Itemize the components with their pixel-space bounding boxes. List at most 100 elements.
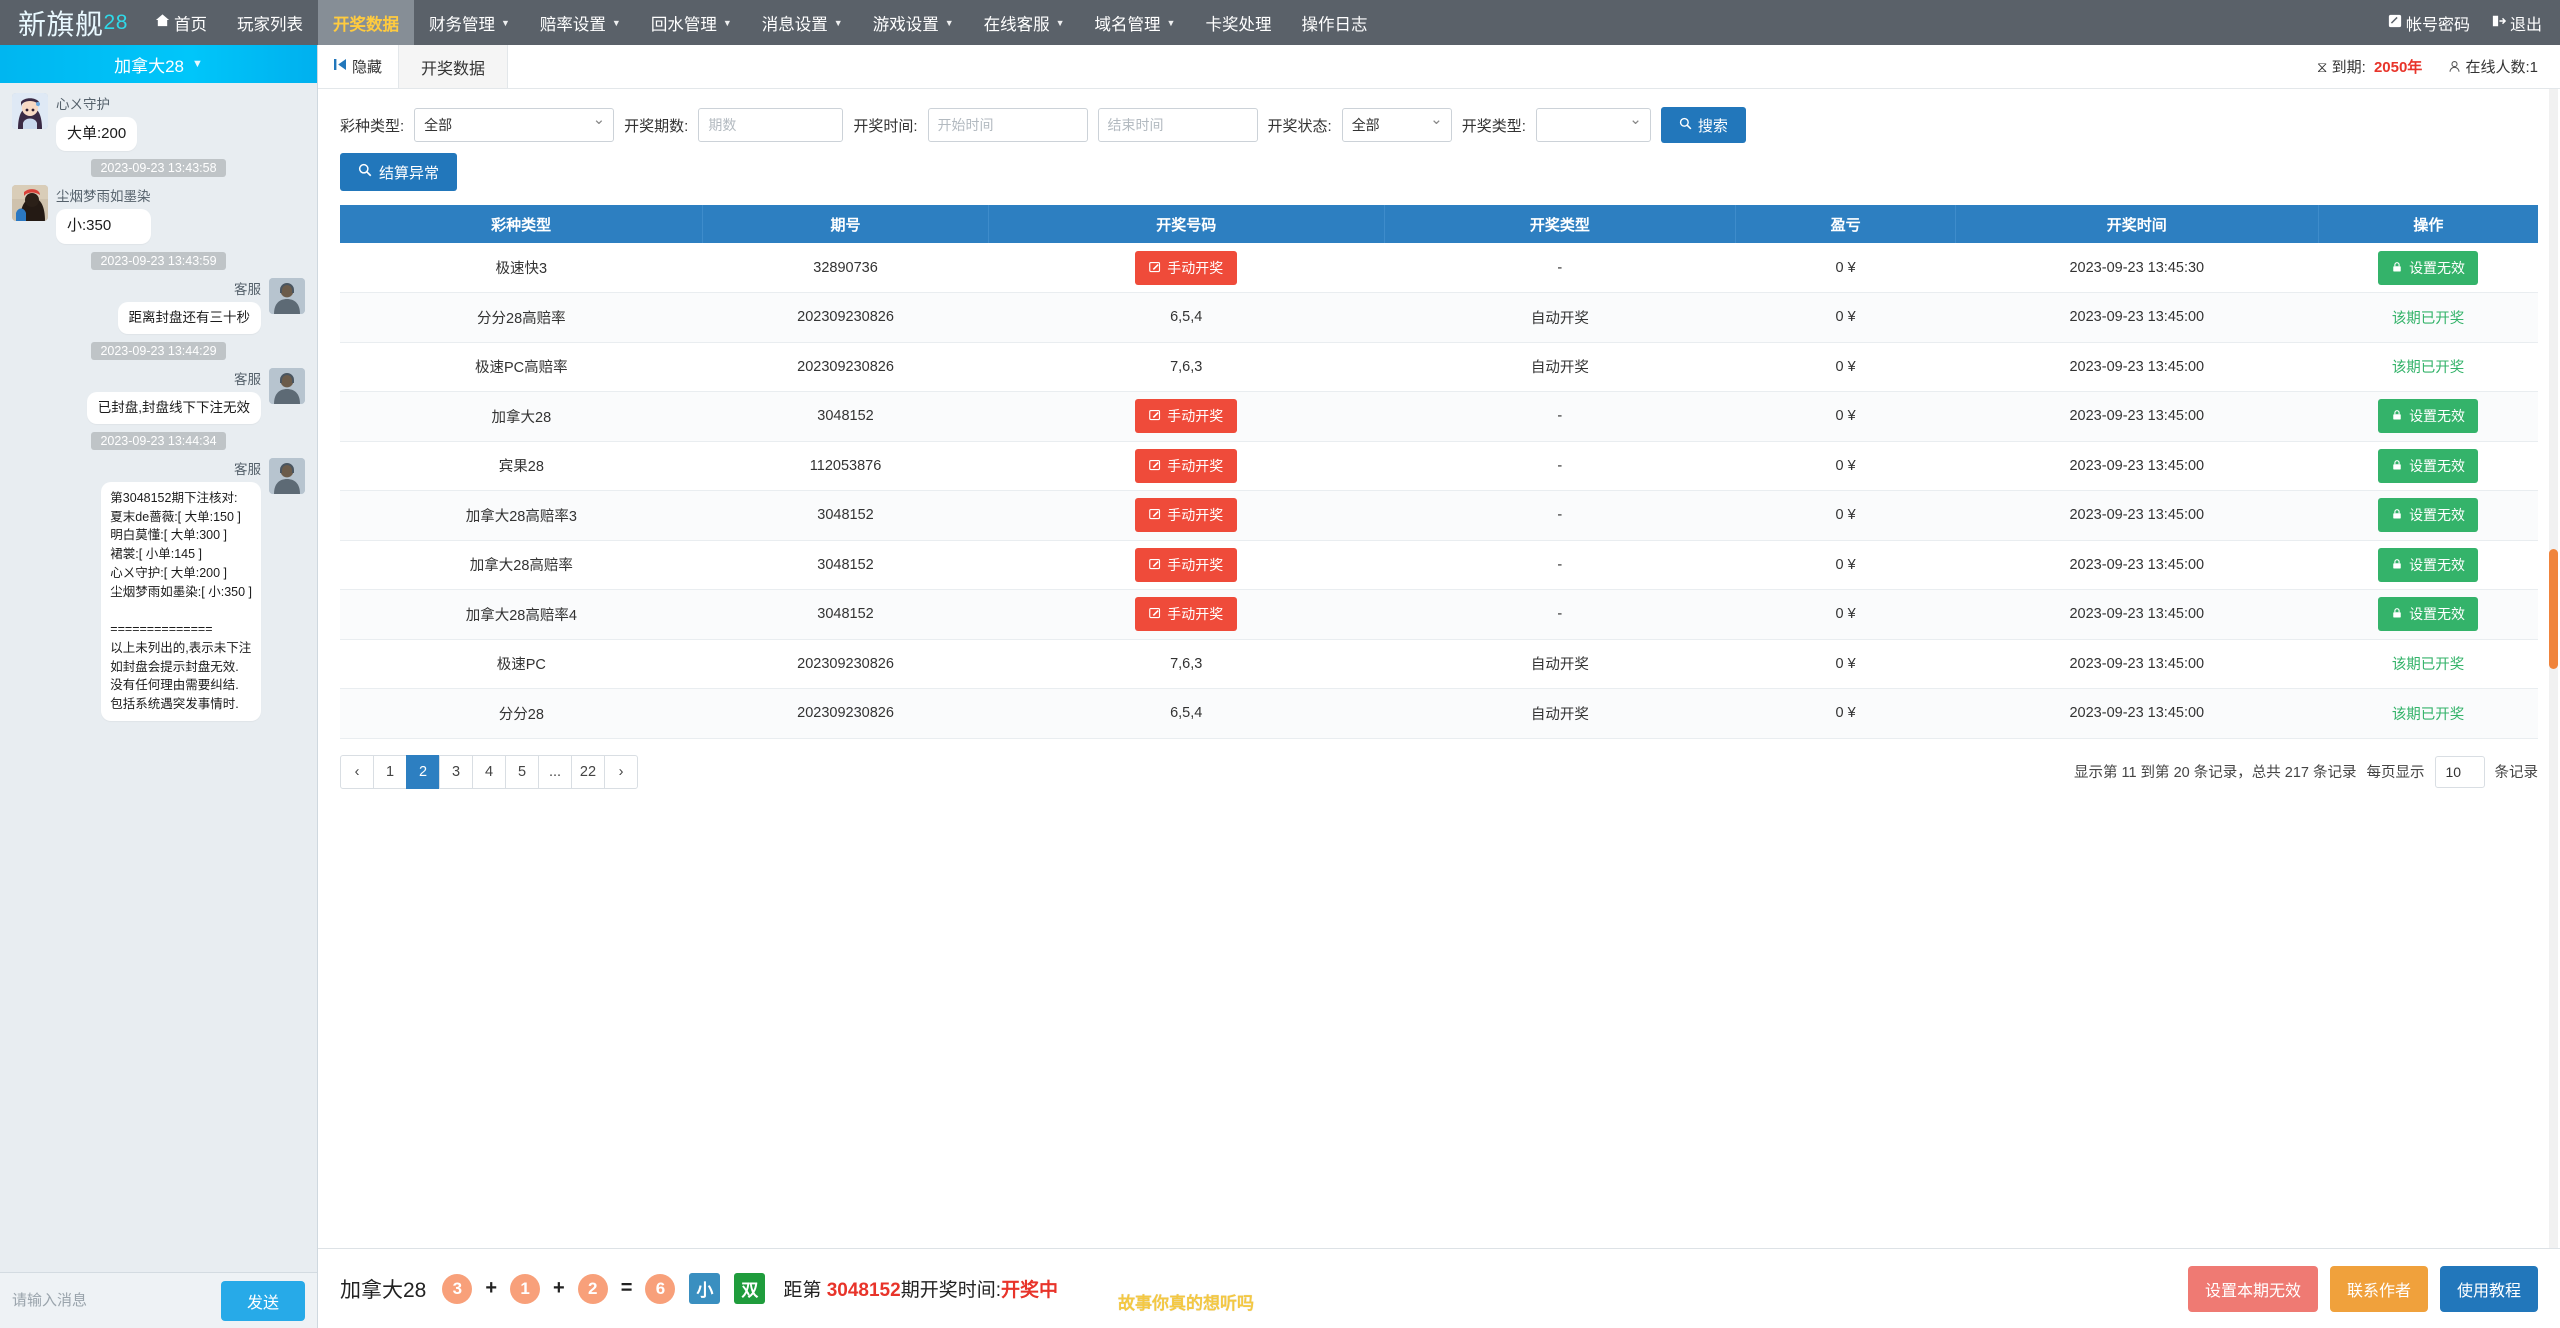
chat-timestamp: 2023-09-23 13:43:59 [91, 252, 225, 270]
scrollbar-thumb[interactable] [2549, 549, 2558, 669]
chat-timestamp-row: 2023-09-23 13:44:34 [12, 432, 305, 450]
already-drawn-status: 该期已开奖 [2392, 360, 2465, 376]
pagination-page-4[interactable]: 4 [472, 755, 506, 789]
pagination-prev-button[interactable]: ‹ [340, 755, 374, 789]
pagination-page-...[interactable]: ... [538, 755, 572, 789]
bottom-action-button-1[interactable]: 联系作者 [2330, 1266, 2428, 1312]
end-time-input[interactable] [1098, 108, 1258, 142]
cell-draw-number: 手动开奖 [988, 590, 1384, 640]
hide-sidebar-button[interactable]: 隐藏 [318, 45, 398, 88]
cell-profit: 0 ¥ [1736, 540, 1956, 590]
cell-draw-number: 7,6,3 [988, 639, 1384, 689]
lottery-type-select[interactable]: 全部 [414, 108, 614, 142]
chat-composer: 发送 [0, 1272, 317, 1328]
pagination-page-3[interactable]: 3 [439, 755, 473, 789]
search-icon [1679, 117, 1692, 134]
set-invalid-button[interactable]: 设置无效 [2378, 449, 2478, 483]
cell-issue: 3048152 [703, 590, 989, 640]
cell-draw-number: 手动开奖 [988, 392, 1384, 442]
manual-draw-button[interactable]: 手动开奖 [1135, 251, 1237, 285]
nav-item-label: 赔率设置 [540, 11, 606, 35]
set-invalid-button[interactable]: 设置无效 [2378, 498, 2478, 532]
start-time-input[interactable] [928, 108, 1088, 142]
draw-status-select[interactable]: 全部 [1342, 108, 1452, 142]
nav-item-8[interactable]: 在线客服▼ [969, 0, 1080, 45]
cell-profit: 0 ¥ [1736, 293, 1956, 343]
chat-bubble: 距离封盘还有三十秒 [118, 302, 262, 334]
cell-draw-number: 6,5,4 [988, 689, 1384, 739]
avatar[interactable] [269, 368, 305, 404]
draw-time-label: 开奖时间: [853, 115, 917, 136]
vertical-scrollbar[interactable] [2549, 89, 2558, 1248]
nav-item-label: 玩家列表 [237, 11, 303, 35]
avatar[interactable] [12, 185, 48, 221]
cell-action: 设置无效 [2318, 441, 2538, 491]
nav-item-label: 回水管理 [651, 11, 717, 35]
brand-logo: 新旗舰28 [0, 0, 140, 45]
chat-message-input[interactable] [12, 1292, 211, 1309]
cell-draw-number: 7,6,3 [988, 342, 1384, 392]
per-page-label: 每页显示 [2367, 761, 2425, 782]
nav-item-4[interactable]: 赔率设置▼ [525, 0, 636, 45]
avatar[interactable] [12, 93, 48, 129]
set-invalid-button[interactable]: 设置无效 [2378, 399, 2478, 433]
set-invalid-button[interactable]: 设置无效 [2378, 597, 2478, 631]
set-invalid-button[interactable]: 设置无效 [2378, 251, 2478, 285]
table-row: 极速快332890736手动开奖-0 ¥2023-09-23 13:45:30设… [340, 243, 2538, 293]
home-icon [155, 13, 170, 32]
chat-message-list[interactable]: 心ㄨ守护大单:2002023-09-23 13:43:58尘烟梦雨如墨染小:35… [0, 83, 317, 1272]
pagination-page-5[interactable]: 5 [505, 755, 539, 789]
nav-item-5[interactable]: 回水管理▼ [636, 0, 747, 45]
cell-profit: 0 ¥ [1736, 590, 1956, 640]
nav-right-item-1[interactable]: 退出 [2492, 11, 2542, 35]
nav-item-2[interactable]: 开奖数据 [318, 0, 414, 45]
pagination-next-button[interactable]: › [604, 755, 638, 789]
pagination-page-22[interactable]: 22 [571, 755, 605, 789]
manual-draw-button[interactable]: 手动开奖 [1135, 449, 1237, 483]
nav-item-label: 在线客服 [984, 11, 1050, 35]
table-row: 极速PC2023092308267,6,3自动开奖0 ¥2023-09-23 1… [340, 639, 2538, 689]
nav-item-7[interactable]: 游戏设置▼ [858, 0, 969, 45]
settle-exception-button[interactable]: 结算异常 [340, 153, 457, 191]
set-invalid-label: 设置无效 [2409, 258, 2465, 278]
nav-item-0[interactable]: 首页 [140, 0, 222, 45]
manual-draw-button[interactable]: 手动开奖 [1135, 498, 1237, 532]
tab-draw-data[interactable]: 开奖数据 [398, 45, 508, 88]
issue-input[interactable] [698, 108, 843, 142]
search-button[interactable]: 搜索 [1661, 107, 1746, 143]
manual-draw-button[interactable]: 手动开奖 [1135, 548, 1237, 582]
cell-action: 设置无效 [2318, 243, 2538, 293]
nav-item-3[interactable]: 财务管理▼ [414, 0, 525, 45]
manual-draw-button[interactable]: 手动开奖 [1135, 399, 1237, 433]
nav-right-item-0[interactable]: 帐号密码 [2388, 11, 2470, 35]
table-row: 加拿大28高赔率33048152手动开奖-0 ¥2023-09-23 13:45… [340, 491, 2538, 541]
cell-issue: 202309230826 [703, 342, 989, 392]
marquee-banner: 故事你真的想听吗 [1118, 1289, 1254, 1314]
nav-item-11[interactable]: 操作日志 [1286, 0, 1382, 45]
bottom-status-bar: 加拿大28 3 + 1 + 2 = 6 小 双 距第 3048152期开奖时间:… [318, 1248, 2560, 1328]
nav-item-10[interactable]: 卡奖处理 [1190, 0, 1286, 45]
cell-issue: 32890736 [703, 243, 989, 293]
cell-draw-time: 2023-09-23 13:45:00 [1955, 639, 2318, 689]
manual-draw-button[interactable]: 手动开奖 [1135, 597, 1237, 631]
nav-item-9[interactable]: 域名管理▼ [1080, 0, 1191, 45]
nav-item-1[interactable]: 玩家列表 [222, 0, 318, 45]
nav-item-6[interactable]: 消息设置▼ [747, 0, 858, 45]
chat-room-selector[interactable]: 加拿大28 ▼ [0, 45, 317, 83]
draw-type-select[interactable] [1536, 108, 1651, 142]
table-row: 宾果28112053876手动开奖-0 ¥2023-09-23 13:45:00… [340, 441, 2538, 491]
avatar[interactable] [269, 278, 305, 314]
send-message-button[interactable]: 发送 [221, 1281, 305, 1321]
avatar[interactable] [269, 458, 305, 494]
bottom-game-name: 加拿大28 [340, 1274, 426, 1304]
pagination-page-2[interactable]: 2 [406, 755, 440, 789]
set-invalid-button[interactable]: 设置无效 [2378, 548, 2478, 582]
bottom-action-button-2[interactable]: 使用教程 [2440, 1266, 2538, 1312]
cell-issue: 202309230826 [703, 689, 989, 739]
cell-profit: 0 ¥ [1736, 441, 1956, 491]
nav-item-label: 首页 [174, 11, 207, 35]
pagination-page-1[interactable]: 1 [373, 755, 407, 789]
per-page-select[interactable]: 10 [2435, 756, 2485, 788]
bottom-action-button-0[interactable]: 设置本期无效 [2188, 1266, 2318, 1312]
cell-draw-number: 手动开奖 [988, 491, 1384, 541]
